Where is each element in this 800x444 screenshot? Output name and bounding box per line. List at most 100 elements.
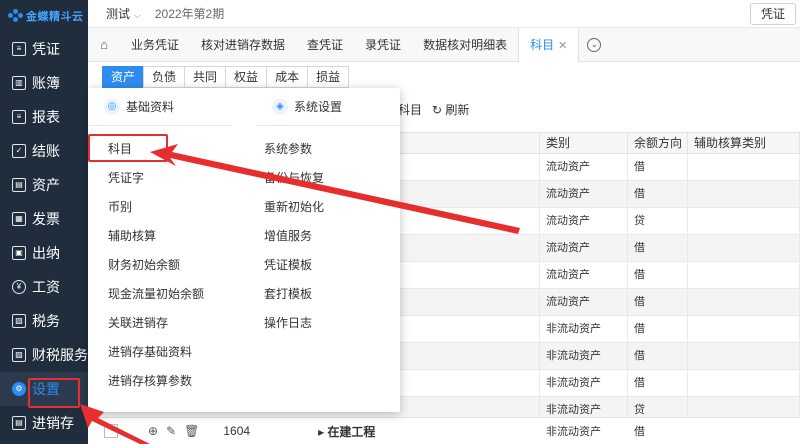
column-header-direction: 余额方向 — [628, 133, 688, 153]
column-header-aux: 辅助核算类别 — [688, 133, 800, 153]
period-label: 2022年第2期 — [154, 7, 225, 21]
system-settings-item[interactable]: 套打模板 — [256, 280, 400, 309]
basic-data-item[interactable]: 财务初始余额 — [88, 251, 232, 280]
basic-data-item[interactable]: 币别 — [88, 193, 232, 222]
sidebar-item-cashier[interactable]: ▣ 出纳 — [0, 236, 88, 270]
row-direction: 贷 — [628, 208, 688, 234]
row-checkbox[interactable] — [104, 424, 118, 438]
chevron-down-icon[interactable]: ⌄ — [587, 37, 602, 52]
sidebar-item-ledger[interactable]: ▥ 账簿 — [0, 66, 88, 100]
add-icon[interactable]: ⊕ — [148, 424, 158, 438]
system-settings-item[interactable]: 备份与恢复 — [256, 164, 400, 193]
service-icon: ▨ — [12, 348, 26, 362]
sidebar-item-asset[interactable]: ▤ 资产 — [0, 168, 88, 202]
sidebar-item-tax[interactable]: ▧ 税务 — [0, 304, 88, 338]
basic-data-item[interactable]: 进销存核算参数 — [88, 367, 232, 396]
row-direction: 借 — [628, 370, 688, 396]
row-category: 流动资产 — [540, 208, 628, 234]
system-settings-heading: ◈ 系统设置 — [256, 88, 400, 126]
subtab-cost[interactable]: 成本 — [266, 66, 309, 88]
row-aux — [688, 208, 800, 234]
tab-bar: ⌂ 业务凭证 核对进销存数据 查凭证 录凭证 数据核对明细表 科目 ✕ ⌄ — [88, 27, 800, 62]
basic-data-item[interactable]: 现金流量初始余额 — [88, 280, 232, 309]
system-settings-list: 系统参数 备份与恢复 重新初始化 增值服务 凭证模板 套打模板 操作日志 — [256, 135, 400, 338]
row-category: 非流动资产 — [546, 426, 601, 438]
tab-subject[interactable]: 科目 ✕ — [518, 27, 580, 62]
basic-data-item[interactable]: 辅助核算 — [88, 222, 232, 251]
refresh-label: 刷新 — [445, 103, 470, 117]
voucher-button[interactable]: 凭证 — [749, 3, 796, 25]
close-icon[interactable]: ✕ — [558, 40, 567, 52]
row-direction: 借 — [628, 343, 688, 369]
subtab-equity[interactable]: 权益 — [225, 66, 268, 88]
sidebar: 金蝶精斗云 ≡ 凭证 ▥ 账簿 ≡ 报表 ✓ 结账 ▤ 资产 ▦ 发票 ▣ 出纳 ¥ 工资 ▧ 税… — [0, 0, 88, 444]
system-settings-item[interactable]: 重新初始化 — [256, 193, 400, 222]
sidebar-item-report[interactable]: ≡ 报表 — [0, 100, 88, 134]
subject-name: ▸ 在建工程 — [318, 424, 376, 439]
row-direction: 借 — [628, 289, 688, 315]
sidebar-item-label: 报表 — [32, 109, 60, 125]
sidebar-item-label: 设置 — [32, 381, 60, 397]
system-settings-item[interactable]: 增值服务 — [256, 222, 400, 251]
sidebar-item-label: 税务 — [32, 313, 60, 329]
sidebar-item-service[interactable]: ▨ 财税服务 — [0, 338, 88, 372]
table-row[interactable]: ⊕ ✎ 🗑 1604 ▸ 在建工程 非流动资产 借 — [88, 417, 800, 444]
sidebar-item-label: 工资 — [32, 279, 60, 295]
subtab-common[interactable]: 共同 — [184, 66, 227, 88]
chevron-down-icon: ⌵ — [134, 10, 141, 20]
system-settings-item[interactable]: 凭证模板 — [256, 251, 400, 280]
sidebar-item-label: 资产 — [32, 177, 60, 193]
tab-enter-voucher[interactable]: 录凭证 — [354, 28, 412, 62]
subtab-profit-loss[interactable]: 损益 — [307, 66, 350, 88]
tab-check-detail[interactable]: 数据核对明细表 — [412, 28, 518, 62]
company-name: 测试 — [106, 7, 131, 21]
sidebar-item-label: 结账 — [32, 143, 60, 159]
tax-icon: ▧ — [12, 314, 26, 328]
row-aux — [688, 262, 800, 288]
basic-data-item[interactable]: 科目 — [88, 135, 232, 164]
tab-check-inventory[interactable]: 核对进销存数据 — [190, 28, 296, 62]
basic-data-item[interactable]: 凭证字 — [88, 164, 232, 193]
row-aux — [688, 289, 800, 315]
delete-icon[interactable]: 🗑 — [184, 424, 199, 438]
sidebar-item-close-books[interactable]: ✓ 结账 — [0, 134, 88, 168]
row-actions: ⊕ ✎ 🗑 — [148, 424, 199, 438]
topbar: 测试 ⌵ 2022年第2期 凭证 — [88, 0, 800, 28]
home-icon[interactable]: ⌂ — [88, 37, 120, 52]
subtab-asset[interactable]: 资产 — [102, 66, 145, 88]
invoice-icon: ▦ — [12, 212, 26, 226]
layers-icon: ◈ — [272, 98, 288, 115]
row-aux — [688, 316, 800, 342]
voucher-icon: ≡ — [12, 42, 26, 56]
sidebar-item-settings[interactable]: ⚙ 设置 — [0, 372, 88, 406]
company-selector[interactable]: 测试 ⌵ — [106, 5, 141, 22]
sidebar-item-voucher[interactable]: ≡ 凭证 — [0, 32, 88, 66]
subtab-liability[interactable]: 负债 — [143, 66, 186, 88]
row-direction: 借 — [628, 262, 688, 288]
row-direction: 借 — [628, 181, 688, 207]
sidebar-item-label: 财税服务 — [32, 347, 88, 363]
edit-icon[interactable]: ✎ — [166, 424, 176, 438]
basic-data-item[interactable]: 关联进销存 — [88, 309, 232, 338]
logo-icon — [8, 9, 23, 23]
sidebar-item-salary[interactable]: ¥ 工资 — [0, 270, 88, 304]
system-settings-item[interactable]: 系统参数 — [256, 135, 400, 164]
subject-action-button[interactable]: 科目 — [398, 101, 422, 118]
row-direction: 借 — [634, 426, 645, 438]
tab-business-voucher[interactable]: 业务凭证 — [120, 28, 190, 62]
row-category: 流动资产 — [540, 235, 628, 261]
basic-data-item[interactable]: 进销存基础资料 — [88, 338, 232, 367]
refresh-button[interactable]: ↻ 刷新 — [432, 101, 469, 118]
heading-text: 系统设置 — [294, 100, 343, 114]
cashier-icon: ▣ — [12, 246, 26, 260]
sidebar-item-inventory[interactable]: ▤ 进销存 — [0, 406, 88, 440]
row-category: 非流动资产 — [540, 316, 628, 342]
tab-query-voucher[interactable]: 查凭证 — [296, 28, 354, 62]
close-books-icon: ✓ — [12, 144, 26, 158]
settings-icon: ⚙ — [12, 382, 26, 396]
row-direction: 借 — [628, 235, 688, 261]
sidebar-item-invoice[interactable]: ▦ 发票 — [0, 202, 88, 236]
logo-text: 金蝶精斗云 — [26, 11, 84, 23]
category-tabs: 资产 负债 共同 权益 成本 损益 — [102, 66, 350, 88]
system-settings-item[interactable]: 操作日志 — [256, 309, 400, 338]
